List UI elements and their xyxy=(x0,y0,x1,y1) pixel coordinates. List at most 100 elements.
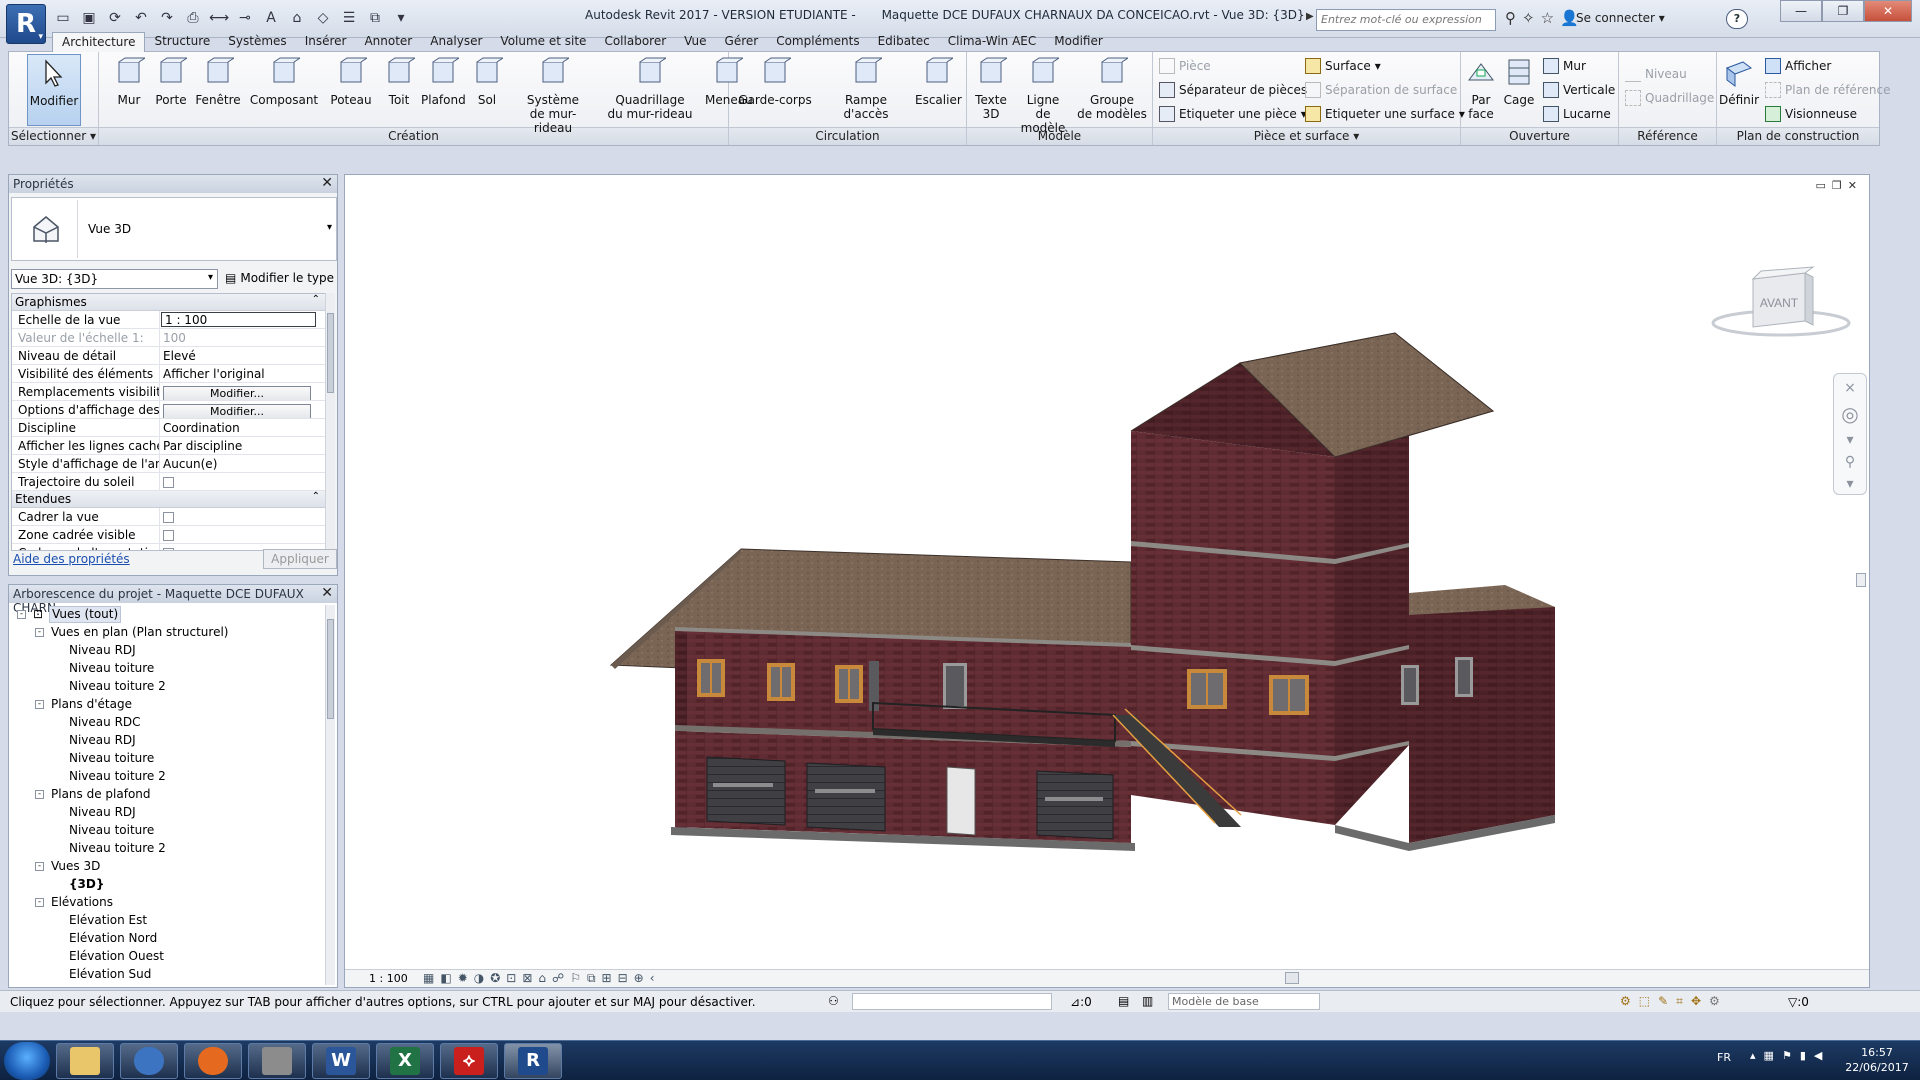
property-checkbox[interactable] xyxy=(163,512,174,523)
scrollbar-thumb[interactable] xyxy=(327,619,334,719)
crop-view-icon[interactable]: ⊡ xyxy=(506,971,516,986)
search-input[interactable]: Entrez mot-clé ou expression xyxy=(1316,9,1496,31)
modify-property-button[interactable]: Modifier... xyxy=(163,404,311,418)
tab-g-rer[interactable]: Gérer xyxy=(716,32,768,52)
property-value[interactable] xyxy=(160,473,326,490)
background-processes-icon[interactable]: ⚙ xyxy=(1709,994,1720,1009)
window-button[interactable]: Fenêtre xyxy=(193,54,243,107)
property-value[interactable]: Elevé xyxy=(160,347,326,364)
select-underlay-icon[interactable]: ⬚ xyxy=(1639,994,1650,1009)
select-by-face-icon[interactable]: ⌗ xyxy=(1676,994,1683,1009)
properties-scrollbar[interactable] xyxy=(325,293,335,551)
taskbar-firefox[interactable] xyxy=(184,1043,242,1079)
tab-structure[interactable]: Structure xyxy=(145,32,219,52)
drag-elements-icon[interactable]: ✥ xyxy=(1691,994,1701,1009)
clock[interactable]: 16:57 22/06/2017 xyxy=(1842,1045,1912,1075)
taskbar-excel[interactable]: X xyxy=(376,1043,434,1079)
type-selector[interactable]: Vue 3D ▾ xyxy=(11,197,337,261)
wall-button[interactable]: Mur xyxy=(111,54,147,107)
room-separator-button[interactable]: Séparateur de pièces xyxy=(1159,82,1307,98)
property-value[interactable]: Coordination xyxy=(160,419,326,436)
properties-help-link[interactable]: Aide des propriétés xyxy=(13,552,130,566)
tree-folder[interactable]: - Vues 3D xyxy=(9,857,325,875)
measure-icon[interactable]: ⟷ xyxy=(208,8,230,28)
tree-view-item[interactable]: Niveau RDJ xyxy=(9,731,325,749)
tab-vue[interactable]: Vue xyxy=(675,32,715,52)
tag-area-button[interactable]: Etiqueter une surface ▾ xyxy=(1305,106,1465,122)
start-button[interactable] xyxy=(4,1042,50,1080)
browser-scrollbar[interactable] xyxy=(325,605,335,985)
taskbar-explorer[interactable] xyxy=(56,1043,114,1079)
tree-view-item[interactable]: Niveau RDJ xyxy=(9,803,325,821)
component-button[interactable]: Composant xyxy=(249,54,319,107)
show-hidden-icons-icon[interactable]: ▴ xyxy=(1750,1049,1756,1062)
property-value[interactable]: Par discipline xyxy=(160,437,326,454)
select-pinned-icon[interactable]: ✎ xyxy=(1658,994,1668,1009)
tree-view-item[interactable]: Niveau RDJ xyxy=(9,641,325,659)
editable-only-icon[interactable]: ▥ xyxy=(1142,994,1153,1008)
open-icon[interactable]: ▭ xyxy=(52,8,74,28)
railing-button[interactable]: Garde-corps xyxy=(737,54,813,107)
tab-modifier[interactable]: Modifier xyxy=(1045,32,1112,52)
property-value[interactable]: Afficher l'original xyxy=(160,365,326,382)
filter-count[interactable]: ▽:0 xyxy=(1788,995,1809,1009)
close-icon[interactable]: ✕ xyxy=(321,175,333,191)
taskbar-revit-viewer[interactable] xyxy=(248,1043,306,1079)
collapse-icon[interactable]: ⌃ xyxy=(312,491,320,502)
shaft-button[interactable]: Cage xyxy=(1501,54,1537,107)
show-work-plane-button[interactable]: Afficher xyxy=(1765,58,1831,74)
viewer-button[interactable]: Visionneuse xyxy=(1765,106,1857,122)
curtain-grid-button[interactable]: Quadrillage du mur-rideau xyxy=(601,54,699,121)
volume-icon[interactable]: ◀ xyxy=(1814,1049,1822,1062)
section-icon[interactable]: ◇ xyxy=(312,8,334,28)
property-value[interactable]: Modifier... xyxy=(160,383,326,400)
viewcube[interactable]: AVANT xyxy=(1705,265,1855,345)
tree-folder[interactable]: - ⊡ Vues (tout) xyxy=(9,605,325,623)
application-menu-button[interactable]: R ▾ xyxy=(6,4,46,44)
tab-collaborer[interactable]: Collaborer xyxy=(595,32,675,52)
visual-style-icon[interactable]: ◧ xyxy=(440,971,451,986)
subscription-icon[interactable]: ✧ xyxy=(1522,9,1535,27)
tab-annoter[interactable]: Annoter xyxy=(355,32,421,52)
close-hidden-windows-icon[interactable]: ⧉ xyxy=(364,8,386,28)
taskbar-revit[interactable]: R xyxy=(504,1043,562,1079)
property-value[interactable] xyxy=(160,508,326,525)
detail-level-icon[interactable]: ▦ xyxy=(423,971,434,986)
design-options-icon[interactable]: ▤ xyxy=(1118,994,1129,1008)
minimize-icon[interactable]: — xyxy=(1780,0,1822,22)
set-button[interactable]: Définir xyxy=(1719,54,1759,107)
tree-folder[interactable]: - Plans d'étage xyxy=(9,695,325,713)
tree-view-item[interactable]: Niveau toiture xyxy=(9,821,325,839)
property-group-header[interactable]: Graphismes ⌃ xyxy=(12,294,326,311)
tab-edibatec[interactable]: Edibatec xyxy=(869,32,939,52)
save-icon[interactable]: ▣ xyxy=(78,8,100,28)
model-line-button[interactable]: Ligne de modèle xyxy=(1015,54,1071,135)
building-model[interactable] xyxy=(345,175,1871,965)
reveal-constraints-icon[interactable]: ⊕ xyxy=(634,971,644,986)
active-workset-select[interactable] xyxy=(852,993,1052,1010)
tab-architecture[interactable]: Architecture xyxy=(52,32,146,52)
by-face-button[interactable]: Par face xyxy=(1463,54,1499,121)
view-scale[interactable]: 1 : 100 xyxy=(369,972,408,985)
area-boundary-button[interactable]: Séparation de surface xyxy=(1305,82,1457,98)
analytical-model-icon[interactable]: ⊞ xyxy=(602,971,612,986)
sign-in-button[interactable]: Se connecter ▾ xyxy=(1576,11,1665,25)
property-group-header[interactable]: Etendues ⌃ xyxy=(12,491,326,508)
property-value[interactable]: Aucun(e) xyxy=(160,455,326,472)
collapse-icon[interactable]: - xyxy=(35,628,44,637)
network-icon[interactable]: ▮ xyxy=(1800,1049,1806,1062)
stair-button[interactable]: Escalier xyxy=(915,54,962,107)
curtain-system-button[interactable]: Système de mur-rideau xyxy=(511,54,595,135)
viewport-vertical-scrollbar[interactable] xyxy=(1855,183,1867,963)
text-icon[interactable]: A xyxy=(260,8,282,28)
3d-view-icon[interactable]: ⌂ xyxy=(286,8,308,28)
select-links-icon[interactable]: ⚙ xyxy=(1620,994,1631,1009)
sync-icon[interactable]: ⟳ xyxy=(104,8,126,28)
worksets-icon[interactable]: ⚇ xyxy=(828,994,839,1008)
render-icon[interactable]: ✪ xyxy=(490,971,500,986)
viewcube-face-label[interactable]: AVANT xyxy=(1760,296,1799,310)
select-panel-label[interactable]: Sélectionner ▾ xyxy=(9,127,98,145)
tree-folder[interactable]: - Plans de plafond xyxy=(9,785,325,803)
ceiling-button[interactable]: Plafond xyxy=(421,54,466,107)
calendar-icon[interactable]: ▦ xyxy=(1764,1049,1774,1062)
